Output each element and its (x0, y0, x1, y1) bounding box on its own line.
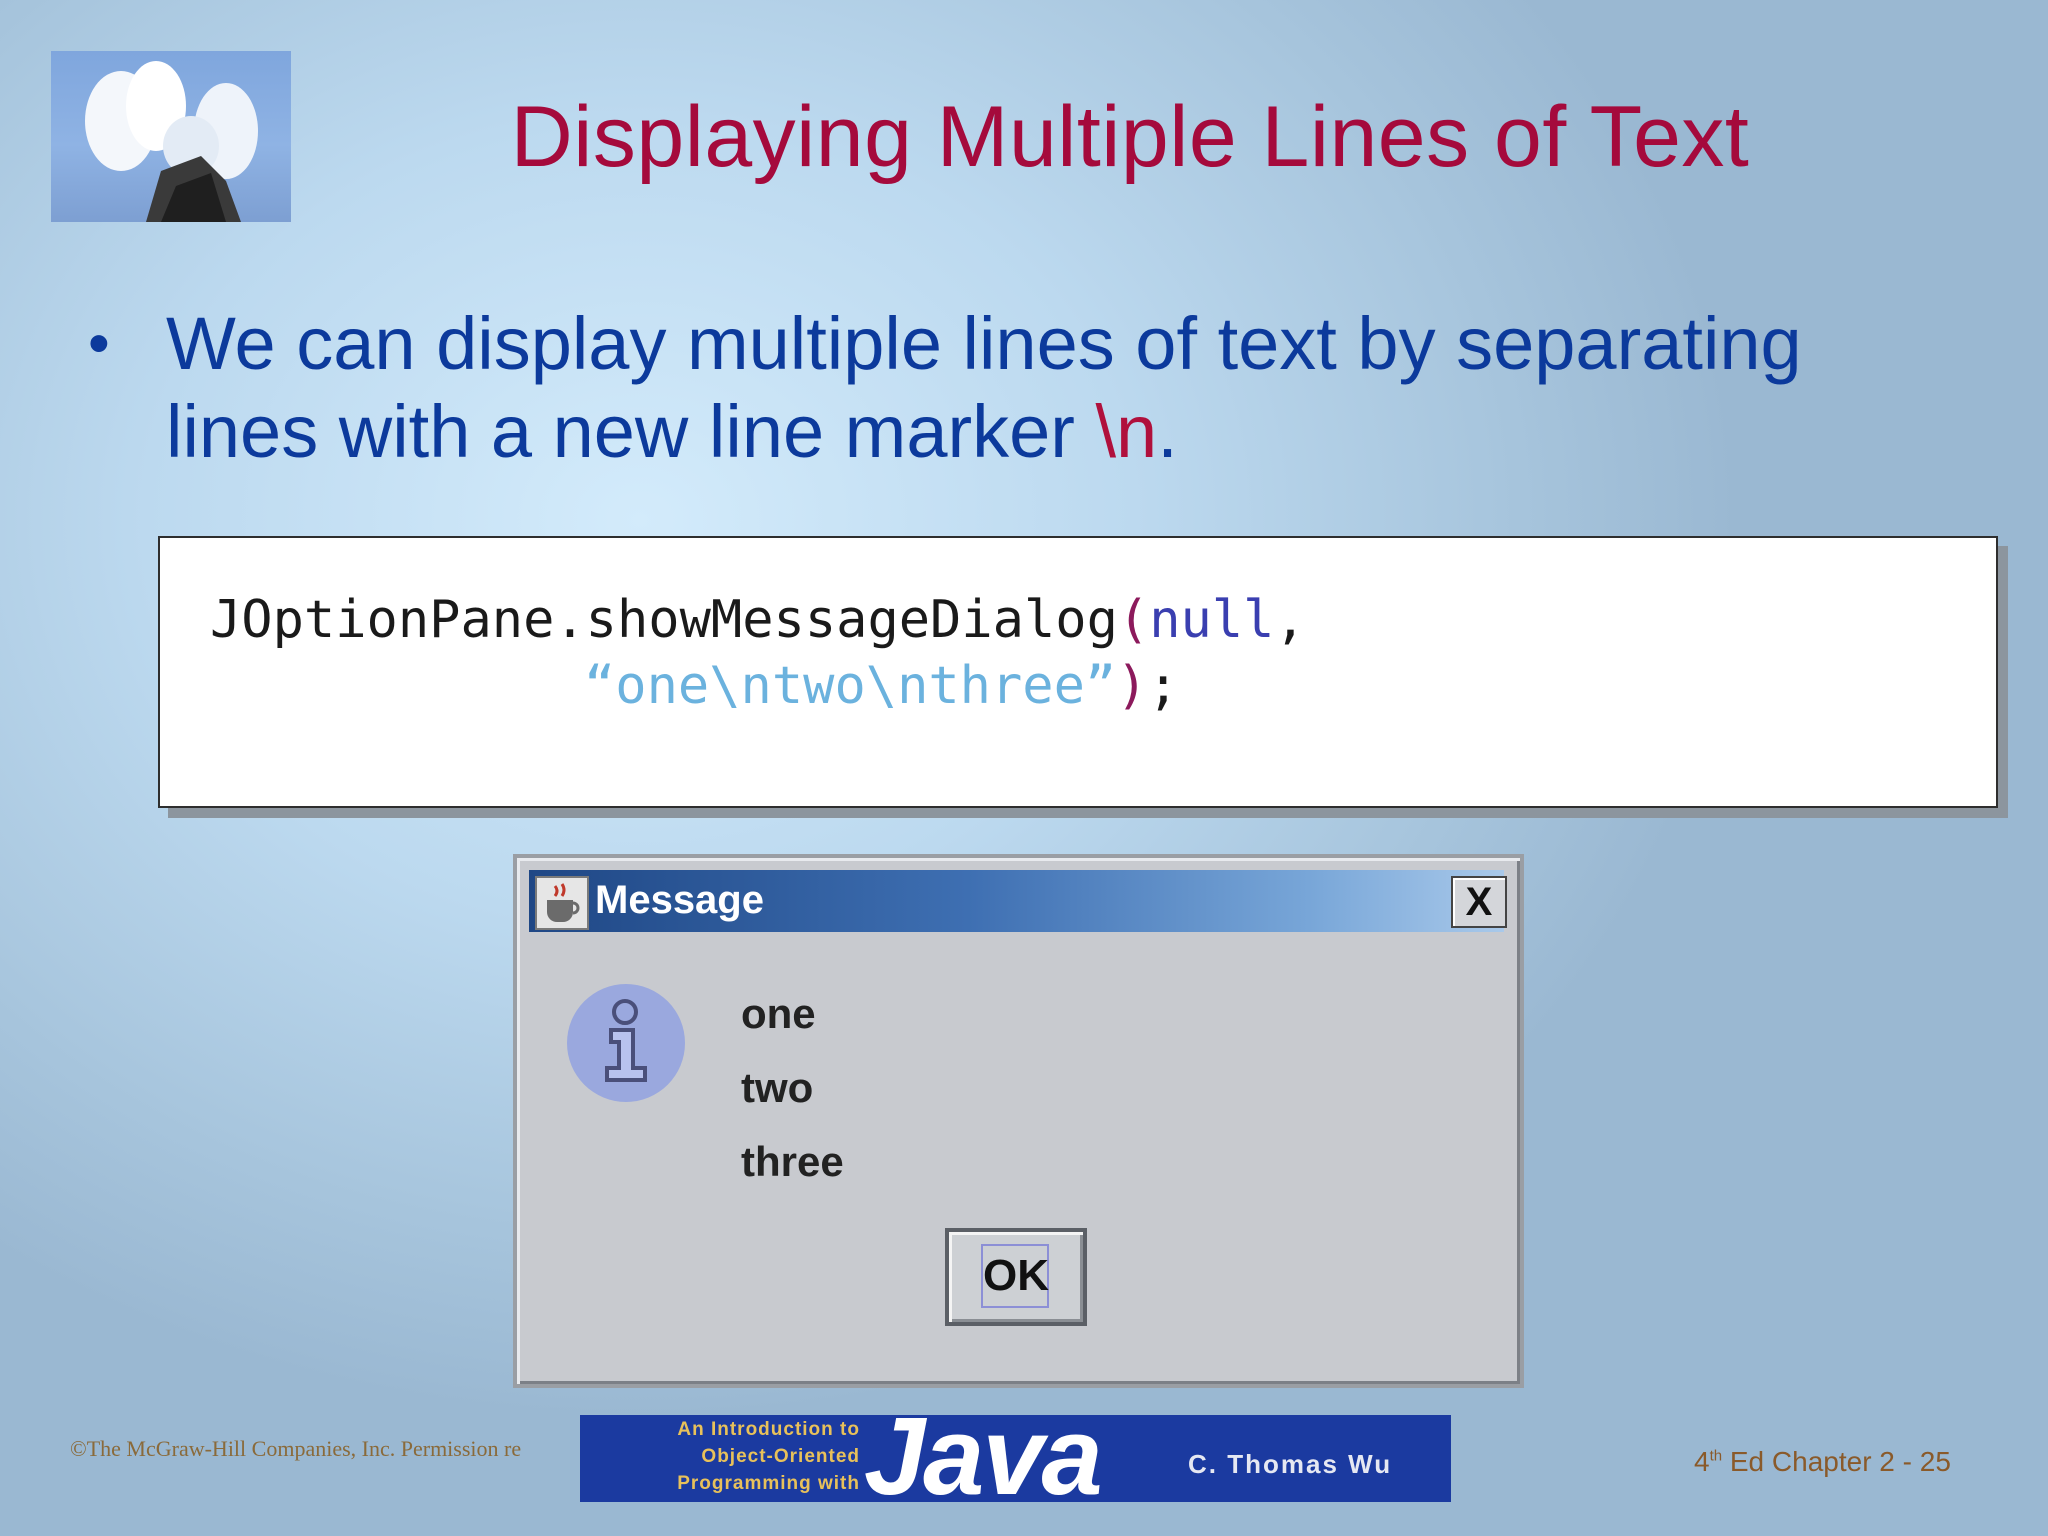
ok-button[interactable]: OK (945, 1228, 1087, 1326)
slide-title: Displaying Multiple Lines of Text (510, 89, 1750, 185)
code-line-1: JOptionPane.showMessageDialog(null, (210, 590, 1306, 650)
code-method-call: JOptionPane.showMessageDialog (210, 590, 1118, 650)
code-semicolon: ; (1147, 656, 1179, 716)
java-cup-icon (535, 876, 589, 930)
dialog-title: Message (595, 878, 764, 922)
message-line-1: one (741, 990, 816, 1037)
banner-line-2: Object-Oriented (701, 1446, 860, 1467)
dialog-titlebar[interactable]: Message X (529, 870, 1507, 932)
banner-java: Java (864, 1415, 1103, 1502)
banner-line-1: An Introduction to (677, 1419, 860, 1440)
edition-suffix: th (1709, 1447, 1723, 1465)
message-line-3: three (741, 1138, 844, 1185)
banner-line-3: Programming with (677, 1473, 860, 1494)
book-banner: An Introduction to Object-Oriented Progr… (580, 1415, 1451, 1502)
ok-button-label: OK (981, 1244, 1049, 1308)
close-icon[interactable]: X (1451, 876, 1507, 928)
edition-number: 4 (1694, 1446, 1710, 1477)
code-string-literal: “one\ntwo\nthree” (584, 656, 1117, 716)
bullet-text-end: . (1157, 390, 1178, 473)
code-null-keyword: null (1149, 590, 1275, 650)
slide-number: 4th Ed Chapter 2 - 25 (1694, 1446, 1951, 1478)
slide-logo-photo (51, 51, 291, 222)
chapter-text: Ed Chapter 2 - 25 (1722, 1446, 1951, 1477)
bullet-text: We can display multiple lines of text by… (166, 300, 1966, 476)
message-dialog: Message X one two three OK (513, 854, 1524, 1388)
code-comma: , (1274, 590, 1306, 650)
newline-marker: \n (1095, 390, 1158, 473)
banner-author: C. Thomas Wu (1188, 1449, 1393, 1479)
message-line-2: two (741, 1064, 814, 1111)
info-icon (567, 984, 685, 1102)
code-close-paren: ) (1116, 656, 1148, 716)
code-line-2: “one\ntwo\nthree”); (584, 656, 1179, 716)
bullet-text-main: We can display multiple lines of text by… (166, 302, 1802, 473)
copyright-text: ©The McGraw-Hill Companies, Inc. Permiss… (70, 1436, 522, 1461)
code-open-paren: ( (1117, 590, 1150, 650)
bullet-marker: • (88, 309, 110, 378)
code-box: JOptionPane.showMessageDialog(null, “one… (158, 536, 1998, 808)
